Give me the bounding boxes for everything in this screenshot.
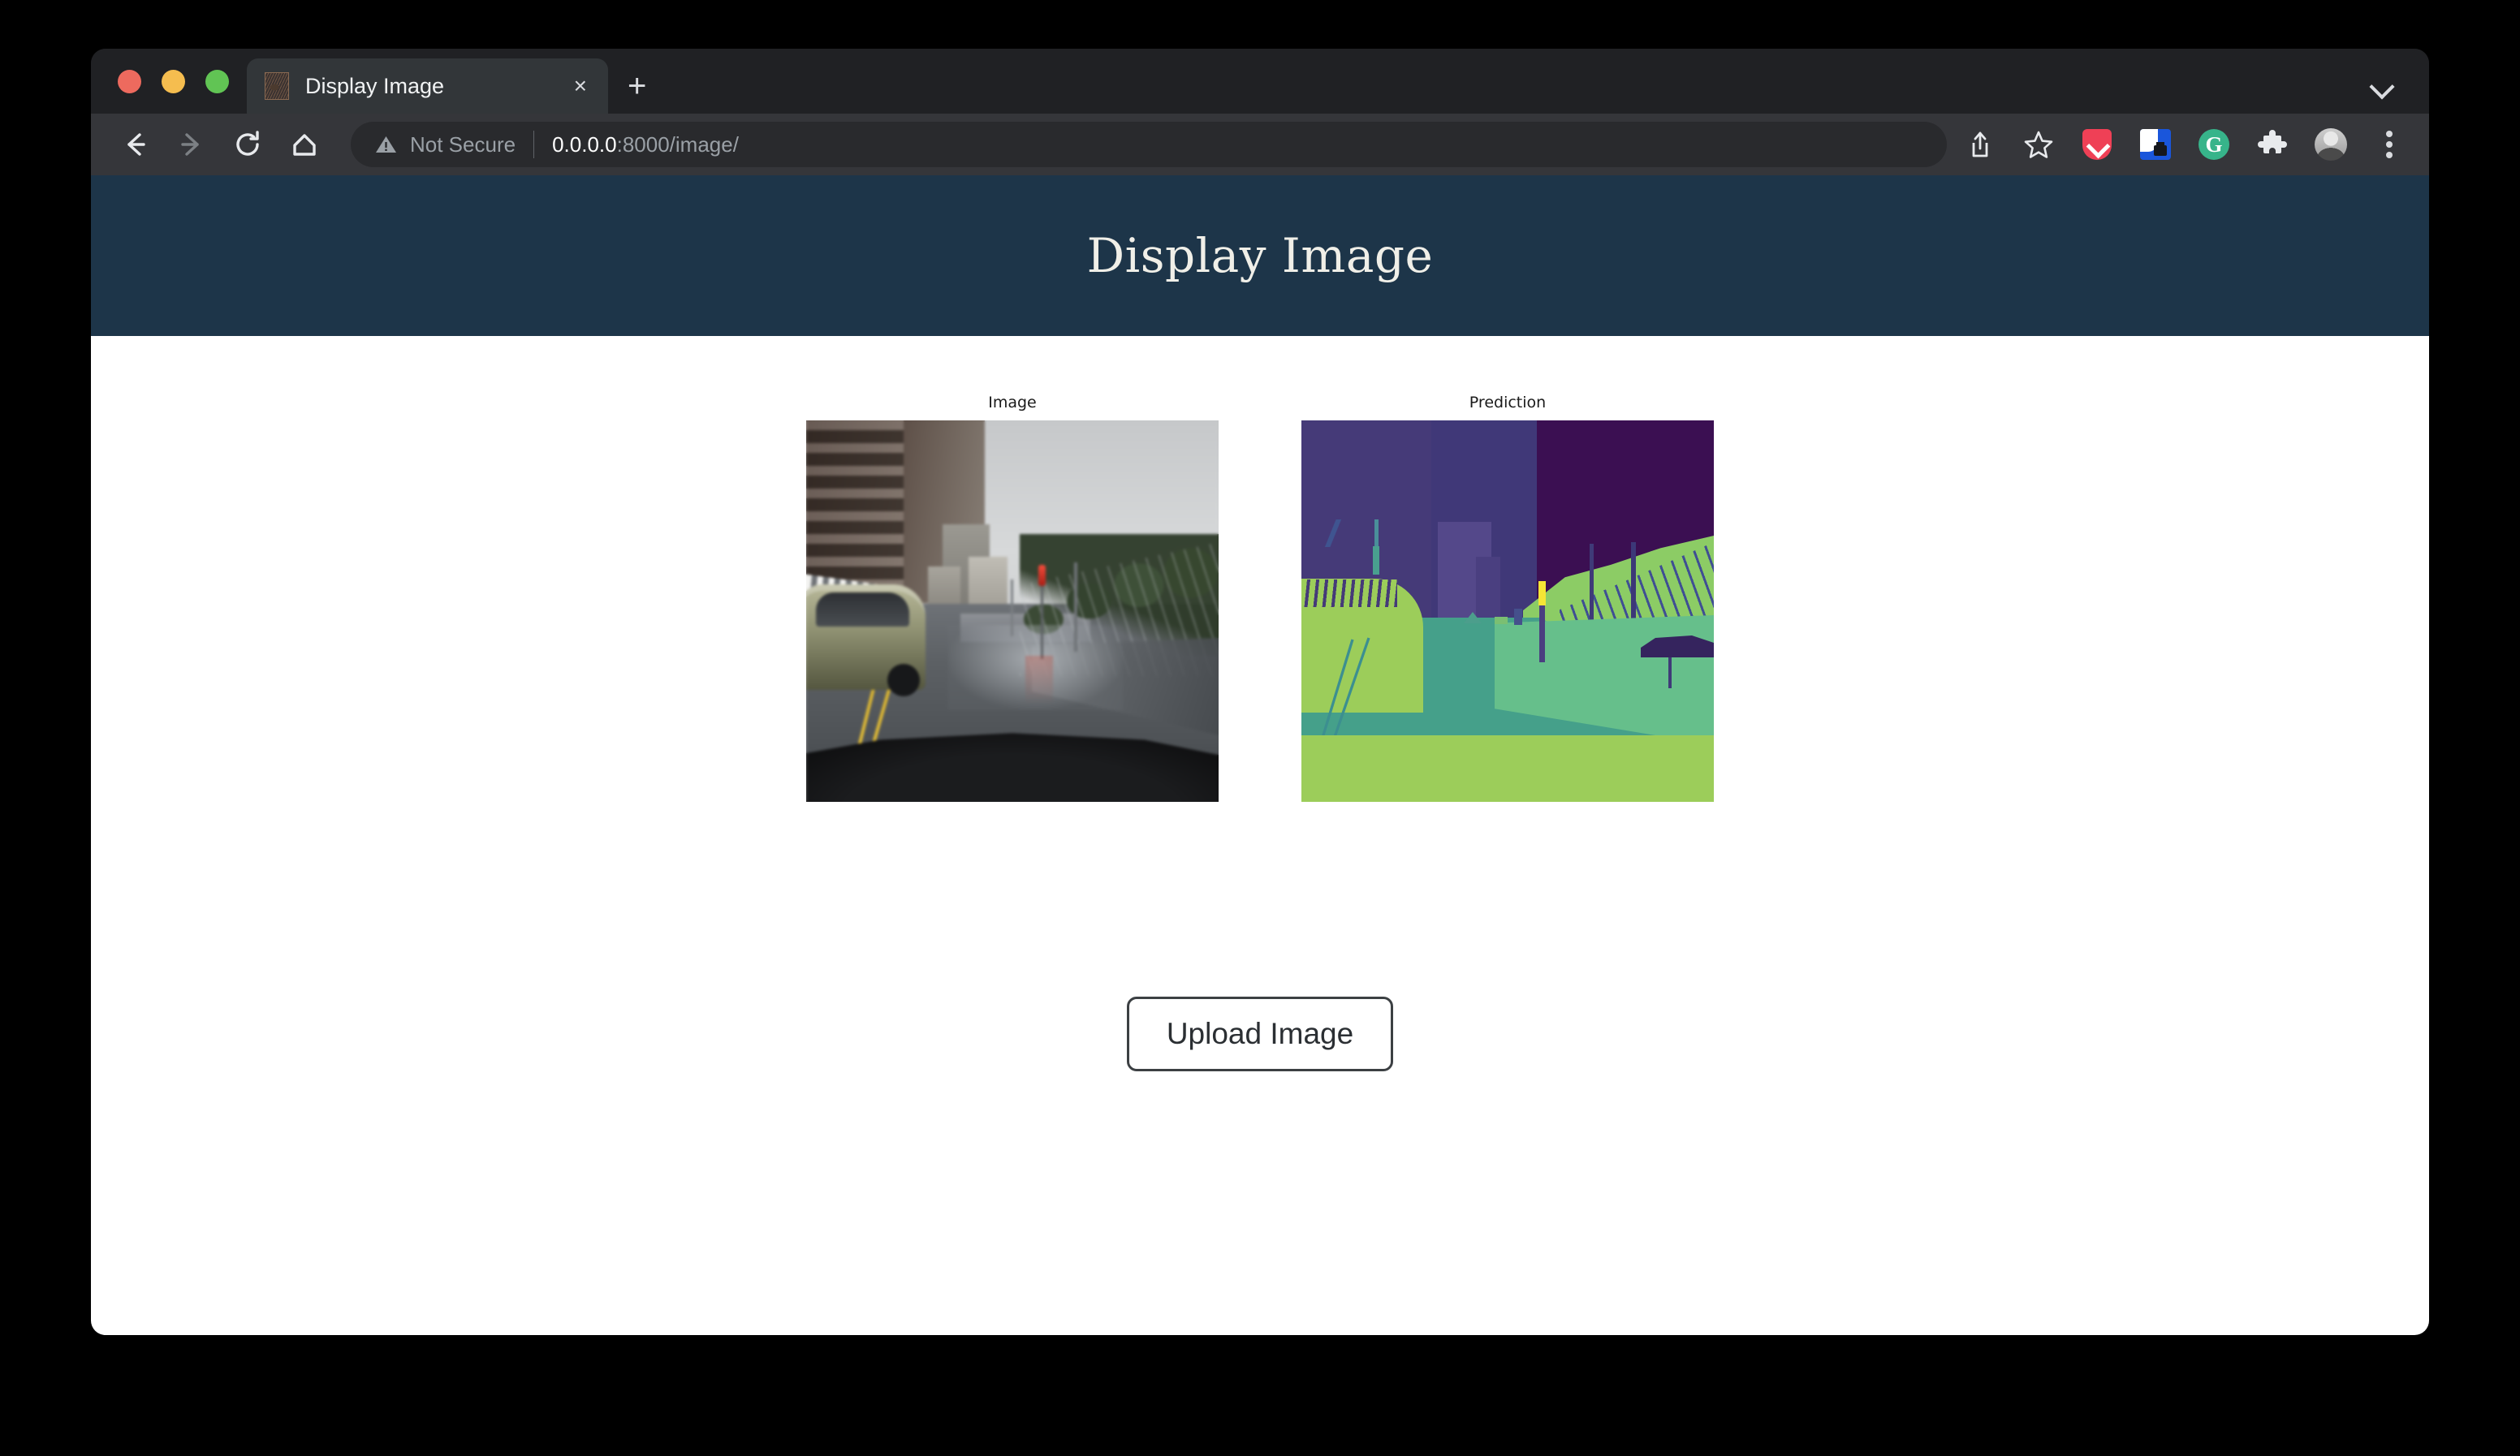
share-icon[interactable] bbox=[1961, 126, 1999, 163]
tab-strip: Display Image × + bbox=[91, 49, 2429, 114]
figure-caption-image: Image bbox=[988, 394, 1037, 411]
page-viewport: Display Image Image Prediction Upload Im… bbox=[91, 175, 2429, 1335]
url-path: :8000/image/ bbox=[616, 131, 739, 157]
close-window-button[interactable] bbox=[118, 69, 141, 93]
url-host: 0.0.0.0 bbox=[552, 131, 617, 157]
window-traffic-lights bbox=[91, 49, 247, 114]
extensions-puzzle-icon[interactable] bbox=[2254, 126, 2291, 163]
prediction-image[interactable] bbox=[1301, 420, 1714, 802]
forward-arrow-icon[interactable] bbox=[169, 123, 213, 166]
close-icon[interactable]: × bbox=[566, 75, 608, 97]
not-secure-warning-icon bbox=[376, 136, 396, 153]
browser-toolbar: Not Secure 0.0.0.0:8000/image/ G bbox=[91, 114, 2429, 175]
chevron-down-icon[interactable] bbox=[2369, 71, 2397, 99]
input-image[interactable] bbox=[806, 420, 1219, 802]
pocket-icon[interactable] bbox=[2078, 126, 2116, 163]
back-arrow-icon[interactable] bbox=[112, 123, 156, 166]
omnibox-divider bbox=[533, 131, 535, 158]
browser-window: Display Image × + Not Secure 0.0.0.0:80… bbox=[91, 49, 2429, 1335]
tab-display-image[interactable]: Display Image × bbox=[247, 58, 608, 114]
password-manager-icon[interactable] bbox=[2137, 126, 2174, 163]
maximize-window-button[interactable] bbox=[205, 69, 229, 93]
contour-image-favicon bbox=[265, 72, 289, 100]
home-icon[interactable] bbox=[283, 123, 326, 166]
figure-prediction: Prediction bbox=[1301, 393, 1714, 802]
grammarly-icon[interactable]: G bbox=[2195, 126, 2233, 163]
toolbar-icons: G bbox=[1961, 126, 2408, 163]
security-status-label: Not Secure bbox=[410, 131, 516, 157]
tab-title: Display Image bbox=[305, 73, 445, 98]
address-bar[interactable]: Not Secure 0.0.0.0:8000/image/ bbox=[351, 122, 1947, 167]
browser-menu-icon[interactable] bbox=[2371, 126, 2408, 163]
page-title: Display Image bbox=[1086, 228, 1434, 283]
reload-icon[interactable] bbox=[226, 123, 270, 166]
minimize-window-button[interactable] bbox=[162, 69, 185, 93]
page-header: Display Image bbox=[91, 175, 2429, 336]
upload-row: Upload Image bbox=[91, 997, 2429, 1071]
figure-row: Image Prediction bbox=[91, 393, 2429, 802]
figure-caption-prediction: Prediction bbox=[1469, 394, 1547, 411]
bookmark-star-icon[interactable] bbox=[2020, 126, 2057, 163]
figure-image: Image bbox=[806, 393, 1219, 802]
upload-image-button[interactable]: Upload Image bbox=[1126, 997, 1394, 1071]
new-tab-button[interactable]: + bbox=[628, 70, 646, 102]
profile-avatar[interactable] bbox=[2312, 126, 2350, 163]
